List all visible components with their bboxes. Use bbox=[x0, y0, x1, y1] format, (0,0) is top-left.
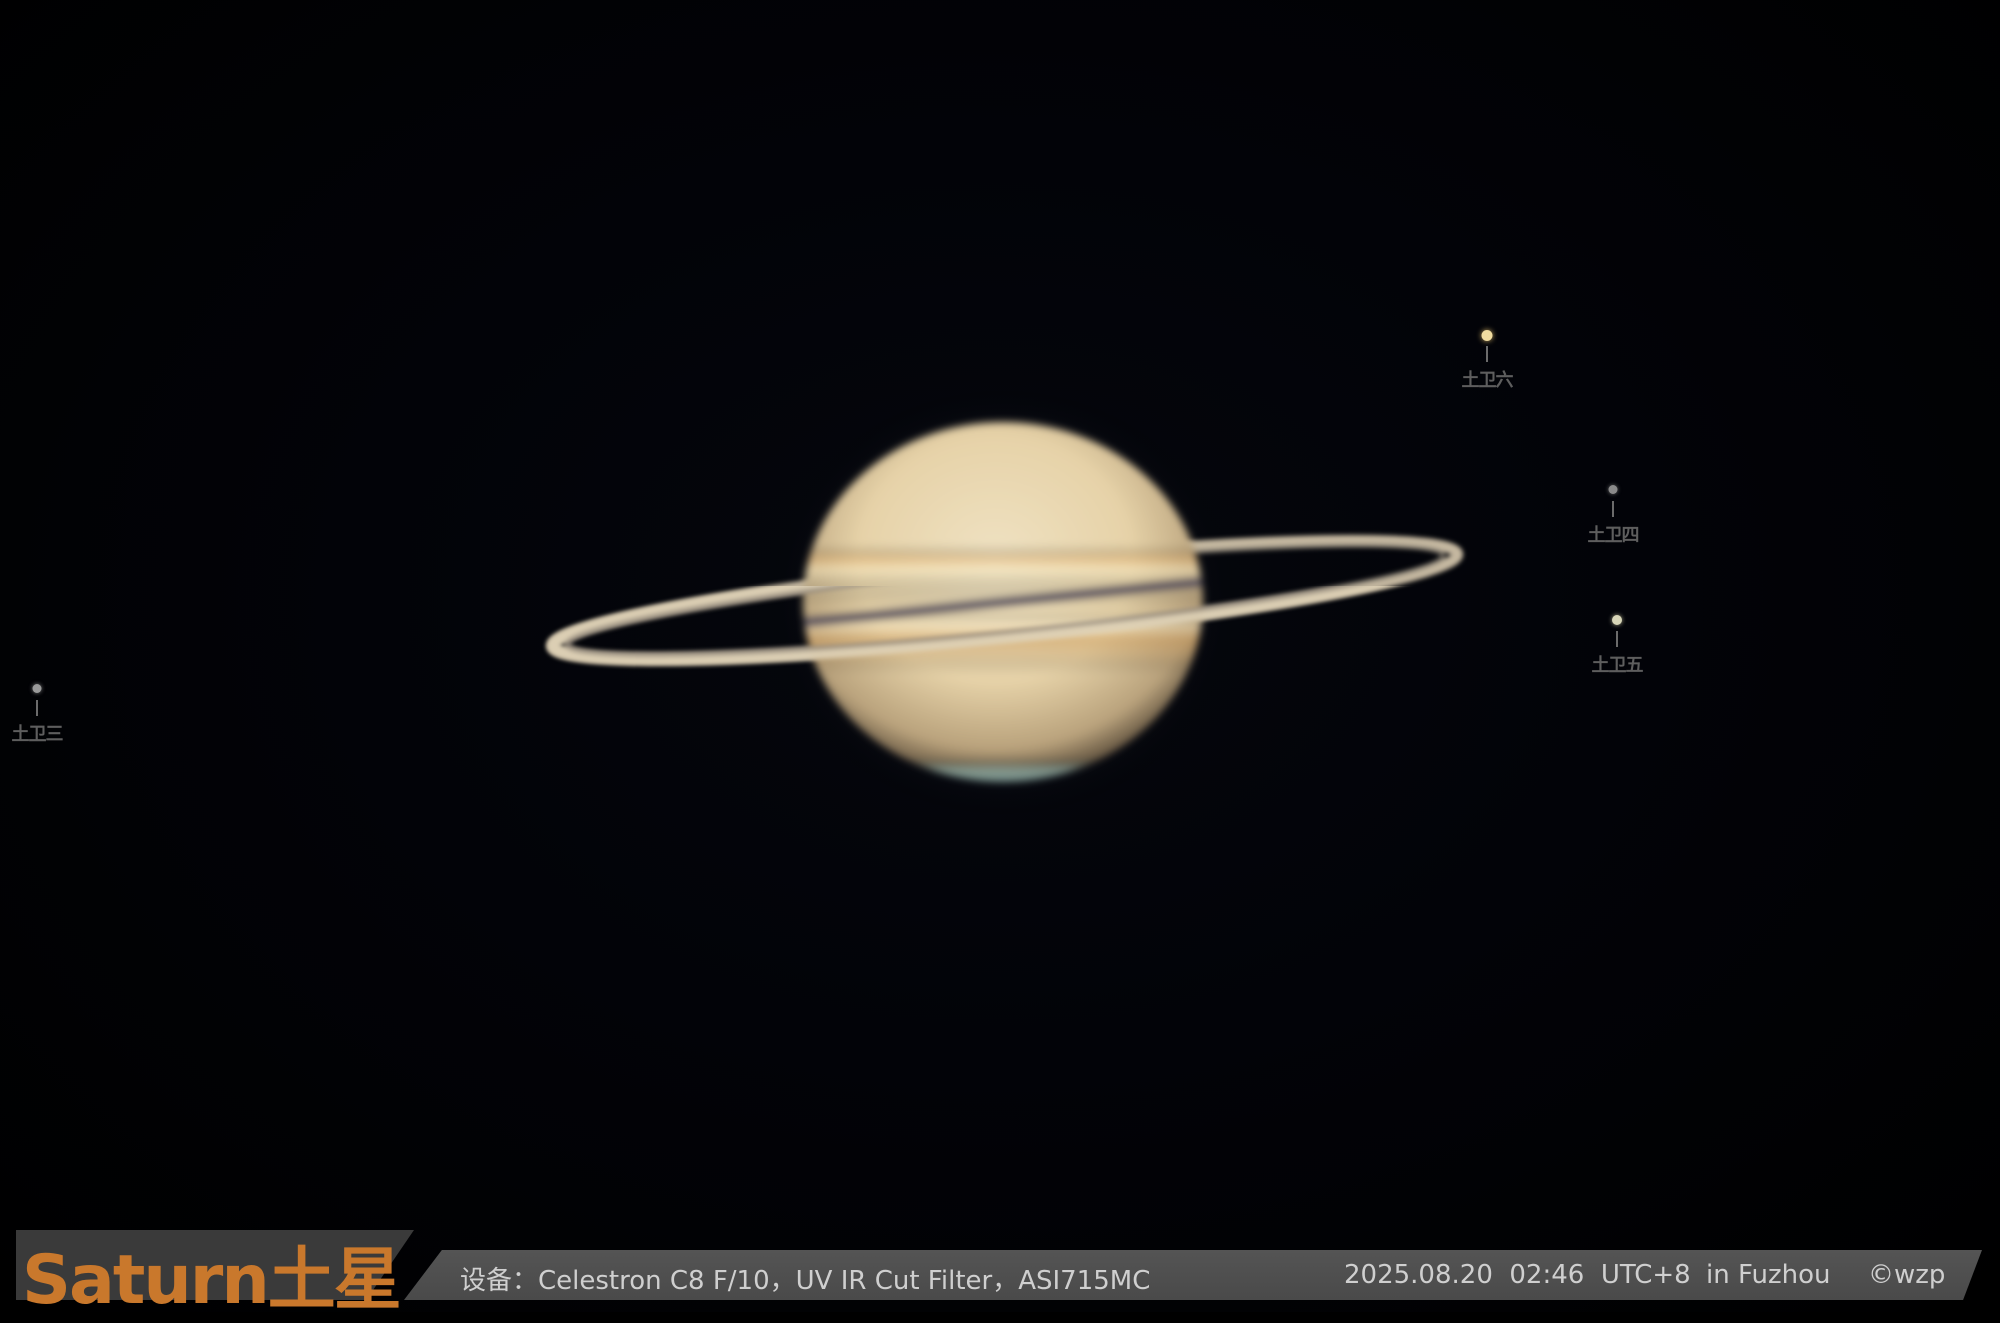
saturn-planet bbox=[546, 384, 1464, 820]
moon-tethys-pointer bbox=[36, 700, 38, 716]
equipment-text: 设备：Celestron C8 F/10，UV IR Cut Filter，AS… bbox=[460, 1266, 1151, 1296]
moon-tethys-dot bbox=[32, 684, 42, 693]
moon-rhea-pointer bbox=[1616, 631, 1618, 647]
moon-titan-label: 土卫六 bbox=[1461, 370, 1514, 391]
datetime-text: 2025.08.20 02:46 UTC+8 bbox=[1344, 1260, 1691, 1290]
moon-titan: 土卫六 bbox=[1447, 330, 1527, 410]
moon-dione: 土卫四 bbox=[1573, 485, 1653, 565]
moon-rhea: 土卫五 bbox=[1577, 615, 1657, 695]
moon-dione-pointer bbox=[1612, 501, 1614, 517]
saturn-photo: 土卫六 土卫四 土卫五 土卫三 bbox=[0, 0, 2000, 1312]
moon-rhea-dot bbox=[1612, 615, 1622, 625]
moon-tethys: 土卫三 bbox=[0, 684, 77, 764]
moon-titan-pointer bbox=[1486, 346, 1488, 362]
caption-bar: Saturn土星 设备：Celestron C8 F/10，UV IR Cut … bbox=[0, 1228, 2000, 1320]
moon-titan-dot bbox=[1481, 330, 1493, 341]
moon-tethys-label: 土卫三 bbox=[11, 724, 64, 745]
moon-rhea-label: 土卫五 bbox=[1591, 655, 1644, 676]
location-text: in Fuzhou bbox=[1706, 1260, 1831, 1290]
caption-title: Saturn土星 bbox=[22, 1241, 402, 1320]
moon-dione-dot bbox=[1608, 485, 1618, 494]
moon-dione-label: 土卫四 bbox=[1587, 525, 1640, 546]
credit-text: ©wzp bbox=[1868, 1260, 1946, 1290]
